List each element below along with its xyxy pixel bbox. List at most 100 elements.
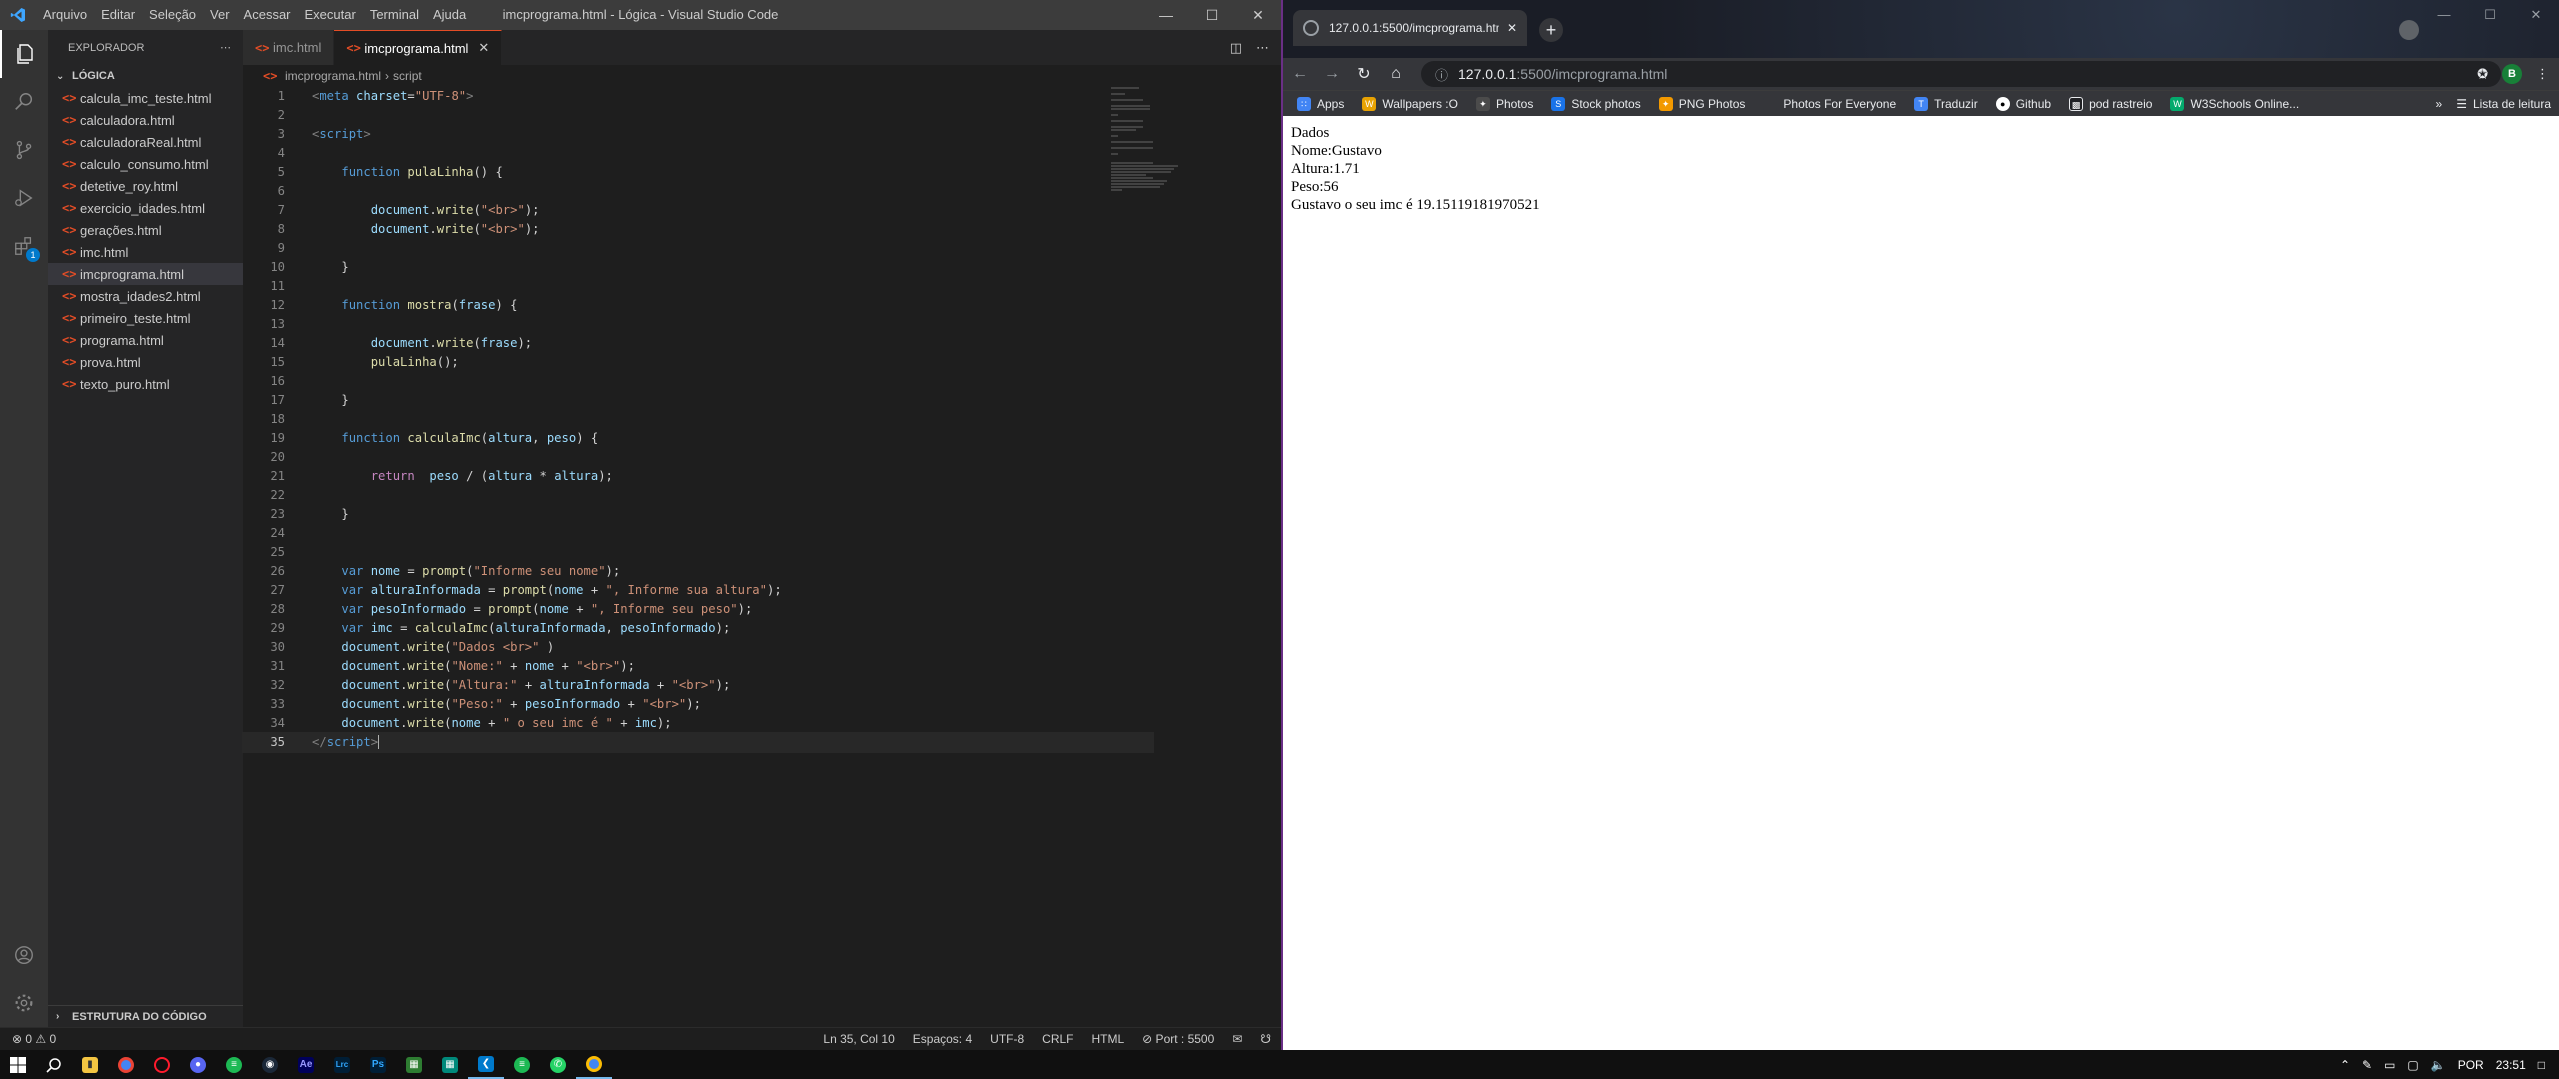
bookmark-w3schools[interactable]: W W3Schools Online... xyxy=(2164,96,2305,111)
outline-section[interactable]: › ESTRUTURA DO CÓDIGO xyxy=(48,1005,243,1027)
close-tab-icon[interactable]: ✕ xyxy=(1507,21,1517,35)
file-item[interactable]: <> calculadoraReal.html xyxy=(48,131,243,153)
explorer-icon[interactable] xyxy=(0,30,48,78)
search-icon[interactable] xyxy=(36,1050,72,1079)
bookmark-traduzir[interactable]: T Traduzir xyxy=(1908,96,1984,111)
file-item[interactable]: <> gerações.html xyxy=(48,219,243,241)
menu-selecao[interactable]: Seleção xyxy=(142,0,203,30)
close-icon[interactable]: ✕ xyxy=(1235,0,1281,30)
chevron-up-icon[interactable]: ⌃ xyxy=(2340,1058,2350,1072)
menu-executar[interactable]: Executar xyxy=(298,0,363,30)
more-bookmarks-icon[interactable]: » xyxy=(2436,97,2443,111)
pen-icon[interactable]: ✎ xyxy=(2362,1058,2372,1072)
file-item[interactable]: <> exercicio_idades.html xyxy=(48,197,243,219)
discord-icon[interactable]: ● xyxy=(180,1050,216,1079)
app-icon[interactable]: ▦ xyxy=(396,1050,432,1079)
file-item[interactable]: <> texto_puro.html xyxy=(48,373,243,395)
bookmark-apps[interactable]: ∷ Apps xyxy=(1291,96,1350,111)
after-effects-icon[interactable]: Ae xyxy=(288,1050,324,1079)
tab-imc[interactable]: <> imc.html xyxy=(243,30,335,65)
folder-header[interactable]: ⌄ LÓGICA xyxy=(48,65,243,87)
site-info-icon[interactable]: ⓘ xyxy=(1435,65,1448,84)
file-item[interactable]: <> primeiro_teste.html xyxy=(48,307,243,329)
split-editor-icon[interactable]: ◫ xyxy=(1230,40,1242,56)
bookmark-photos-for-everyone[interactable]: Photos For Everyone xyxy=(1757,96,1902,111)
cursor-position[interactable]: Ln 35, Col 10 xyxy=(823,1032,894,1046)
menu-arquivo[interactable]: Arquivo xyxy=(36,0,94,30)
profile-menu-icon[interactable] xyxy=(2399,20,2419,40)
source-control-icon[interactable] xyxy=(0,126,48,174)
notifications-bell-icon[interactable]: ☋ xyxy=(1260,1032,1271,1046)
browser-menu-icon[interactable]: ⋮ xyxy=(2536,66,2549,82)
steam-icon[interactable]: ◉ xyxy=(252,1050,288,1079)
network-icon[interactable]: ▢ xyxy=(2407,1058,2418,1072)
close-icon[interactable]: ✕ xyxy=(2513,0,2559,30)
new-tab-button[interactable]: + xyxy=(1539,18,1563,42)
file-explorer-icon[interactable]: ▮ xyxy=(72,1050,108,1079)
menu-terminal[interactable]: Terminal xyxy=(363,0,426,30)
more-actions-icon[interactable]: ⋯ xyxy=(220,41,231,54)
language-mode[interactable]: HTML xyxy=(1092,1032,1125,1046)
live-server-port[interactable]: ⊘ Port : 5500 xyxy=(1142,1032,1214,1046)
windows-start-icon[interactable] xyxy=(0,1050,36,1079)
forward-arrow-icon[interactable]: → xyxy=(1323,65,1341,83)
opera-icon[interactable] xyxy=(144,1050,180,1079)
problems-indicator[interactable]: ⊗ 0 ⚠ 0 xyxy=(12,1032,56,1046)
menu-editar[interactable]: Editar xyxy=(94,0,142,30)
spotify-icon[interactable]: ≡ xyxy=(504,1050,540,1079)
app-icon[interactable]: ▦ xyxy=(432,1050,468,1079)
profile-avatar[interactable]: B xyxy=(2502,64,2522,84)
chrome-icon[interactable] xyxy=(108,1050,144,1079)
settings-gear-icon[interactable] xyxy=(0,979,48,1027)
maximize-icon[interactable]: ☐ xyxy=(1189,0,1235,30)
file-item[interactable]: <> mostra_idades2.html xyxy=(48,285,243,307)
account-icon[interactable] xyxy=(0,931,48,979)
more-actions-icon[interactable]: ⋯ xyxy=(1256,40,1269,56)
bookmark-photos[interactable]: ✦ Photos xyxy=(1470,96,1539,111)
search-icon[interactable] xyxy=(0,78,48,126)
lightroom-icon[interactable]: Lrc xyxy=(324,1050,360,1079)
browser-tab[interactable]: 127.0.0.1:5500/imcprograma.htm ✕ xyxy=(1293,10,1527,46)
whatsapp-icon[interactable]: ✆ xyxy=(540,1050,576,1079)
address-bar[interactable]: ⓘ 127.0.0.1 :5500/imcprograma.html ☆ xyxy=(1421,61,2501,87)
file-item[interactable]: <> calcula_imc_teste.html xyxy=(48,87,243,109)
feedback-icon[interactable]: ✉ xyxy=(1232,1032,1242,1046)
clock[interactable]: 23:51 xyxy=(2496,1058,2526,1072)
run-debug-icon[interactable] xyxy=(0,174,48,222)
bookmark-pod-rastreio[interactable]: ▩ pod rastreio xyxy=(2063,96,2158,111)
language-indicator[interactable]: POR xyxy=(2458,1058,2484,1072)
volume-icon[interactable]: 🔈 xyxy=(2431,1058,2446,1072)
file-item[interactable]: <> calculo_consumo.html xyxy=(48,153,243,175)
bookmark-stock-photos[interactable]: S Stock photos xyxy=(1545,96,1646,111)
breadcrumb-symbol[interactable]: script xyxy=(393,69,422,83)
minimize-icon[interactable]: — xyxy=(2421,0,2467,30)
end-of-line[interactable]: CRLF xyxy=(1042,1032,1073,1046)
bookmark-wallpapers[interactable]: W Wallpapers :O xyxy=(1356,96,1464,111)
bookmark-png-photos[interactable]: ✦ PNG Photos xyxy=(1653,96,1752,111)
vscode-taskbar-icon[interactable]: ❮ xyxy=(468,1050,504,1079)
menu-acessar[interactable]: Acessar xyxy=(237,0,298,30)
close-tab-icon[interactable]: ✕ xyxy=(478,40,489,56)
extensions-icon[interactable]: 1 xyxy=(0,222,48,270)
file-item[interactable]: <> calculadora.html xyxy=(48,109,243,131)
file-item-selected[interactable]: <> imcprograma.html xyxy=(48,263,243,285)
file-item[interactable]: <> prova.html xyxy=(48,351,243,373)
bookmark-github[interactable]: ● Github xyxy=(1990,96,2057,111)
minimap[interactable] xyxy=(1111,87,1181,191)
spotify-icon[interactable]: ≡ xyxy=(216,1050,252,1079)
code-editor[interactable]: 1 <meta charset="UTF-8"> 2 3 <script> 4 5 … xyxy=(242,87,1154,753)
breadcrumb-file[interactable]: imcprograma.html xyxy=(285,69,381,83)
tab-imcprograma[interactable]: <> imcprograma.html ✕ xyxy=(334,30,503,65)
reading-list-button[interactable]: ☰ Lista de leitura xyxy=(2456,97,2551,111)
encoding[interactable]: UTF-8 xyxy=(990,1032,1024,1046)
minimize-icon[interactable]: — xyxy=(1143,0,1189,30)
extensions-puzzle-icon[interactable]: ✪ xyxy=(2477,66,2488,82)
reload-icon[interactable]: ↻ xyxy=(1355,64,1373,84)
menu-ver[interactable]: Ver xyxy=(203,0,237,30)
back-arrow-icon[interactable]: ← xyxy=(1291,65,1309,83)
battery-icon[interactable]: ▭ xyxy=(2384,1058,2395,1072)
chrome-icon[interactable] xyxy=(576,1050,612,1079)
menu-ajuda[interactable]: Ajuda xyxy=(426,0,473,30)
notification-icon[interactable]: □ xyxy=(2538,1058,2545,1072)
indentation[interactable]: Espaços: 4 xyxy=(913,1032,972,1046)
